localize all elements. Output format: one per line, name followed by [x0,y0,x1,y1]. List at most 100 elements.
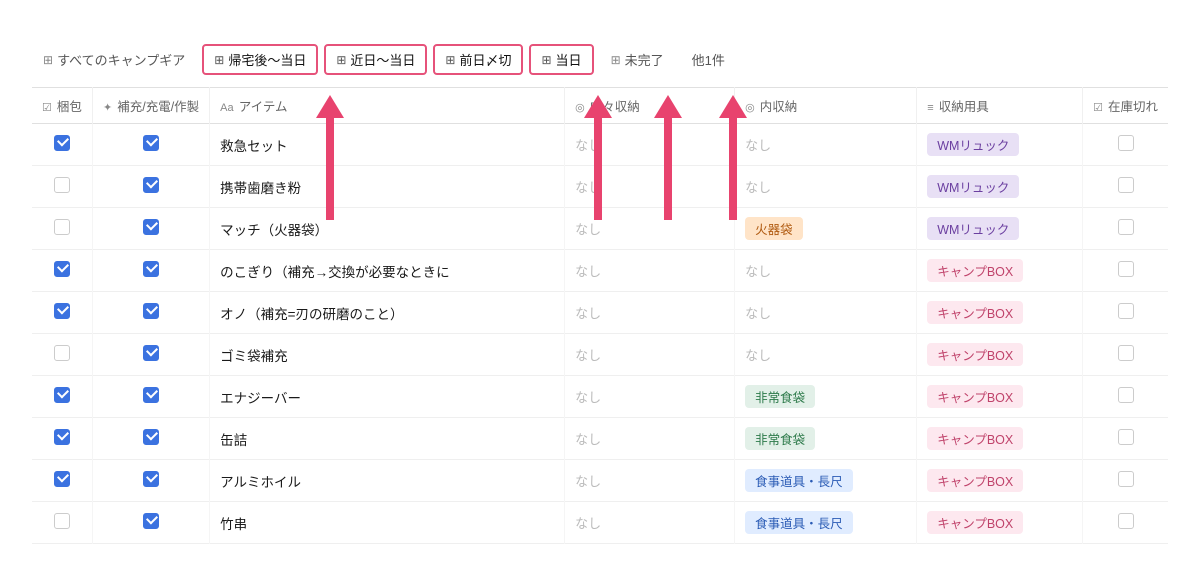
cell-stock-7[interactable] [1083,418,1168,460]
cell-hokyuu-4[interactable] [92,292,209,334]
col-label-item: アイテム [239,100,288,114]
checkbox-stock-1[interactable] [1118,177,1134,193]
table-row: 缶詰なし非常食袋キャンプBOX [32,418,1168,460]
checkbox-konpo-4[interactable] [54,303,70,319]
checkbox-hokyuu-3[interactable] [143,261,159,277]
col-icon-container: ≡ [927,102,936,114]
checkbox-hokyuu-9[interactable] [143,513,159,529]
cell-storage-0: なし [735,124,917,166]
filter-label-return-day: 帰宅後〜当日 [228,50,306,69]
cell-konpo-3[interactable] [32,250,92,292]
checkbox-stock-5[interactable] [1118,345,1134,361]
checkbox-hokyuu-6[interactable] [143,387,159,403]
checkbox-hokyuu-5[interactable] [143,345,159,361]
filter-item-all[interactable]: ⊞すべてのキャンプギア [32,45,196,74]
checkbox-stock-7[interactable] [1118,429,1134,445]
checkbox-konpo-8[interactable] [54,471,70,487]
cell-item-6: エナジーバー [210,376,565,418]
cell-item-4: オノ（補充=刃の研磨のこと） [210,292,565,334]
table-container[interactable]: ☑ 梱包✦ 補充/充電/作製Aa アイテム◎ 内々収納◎ 内収納≡ 収納用具☑ … [32,87,1168,544]
checkbox-konpo-3[interactable] [54,261,70,277]
cell-hokyuu-9[interactable] [92,502,209,544]
cell-hokyuu-1[interactable] [92,166,209,208]
filter-item-return-day[interactable]: ⊞帰宅後〜当日 [202,44,318,75]
cell-stock-0[interactable] [1083,124,1168,166]
cell-storage-4: なし [735,292,917,334]
col-header-container: ≡ 収納用具 [917,88,1083,124]
cell-container-8: キャンプBOX [917,460,1083,502]
cell-konpo-6[interactable] [32,376,92,418]
checkbox-stock-8[interactable] [1118,471,1134,487]
checkbox-stock-6[interactable] [1118,387,1134,403]
cell-stock-2[interactable] [1083,208,1168,250]
cell-hokyuu-3[interactable] [92,250,209,292]
checkbox-konpo-1[interactable] [54,177,70,193]
cell-item-8: アルミホイル [210,460,565,502]
filter-item-near-day[interactable]: ⊞近日〜当日 [324,44,427,75]
table-row: オノ（補充=刃の研磨のこと）なしなしキャンプBOX [32,292,1168,334]
filter-item-incomplete[interactable]: ⊞未完了 [600,45,675,74]
col-label-hokyuu: 補充/充電/作製 [117,100,199,114]
checkbox-konpo-2[interactable] [54,219,70,235]
checkbox-hokyuu-8[interactable] [143,471,159,487]
col-icon-hokyuu: ✦ [103,102,115,114]
checkbox-hokyuu-7[interactable] [143,429,159,445]
cell-hokyuu-0[interactable] [92,124,209,166]
checkbox-hokyuu-4[interactable] [143,303,159,319]
cell-konpo-9[interactable] [32,502,92,544]
table-row: マッチ（火器袋）なし火器袋WMリュック [32,208,1168,250]
checkbox-konpo-0[interactable] [54,135,70,151]
cell-container-5: キャンプBOX [917,334,1083,376]
checkbox-hokyuu-2[interactable] [143,219,159,235]
cell-stock-3[interactable] [1083,250,1168,292]
cell-hokyuu-2[interactable] [92,208,209,250]
filter-item-prev-day[interactable]: ⊞前日〆切 [433,44,523,75]
cell-storage-5: なし [735,334,917,376]
checkbox-konpo-5[interactable] [54,345,70,361]
col-header-hokyuu: ✦ 補充/充電/作製 [92,88,209,124]
cell-hokyuu-6[interactable] [92,376,209,418]
cell-stock-5[interactable] [1083,334,1168,376]
filter-item-today[interactable]: ⊞当日 [529,44,593,75]
col-label-inner: 内々収納 [590,100,640,114]
cell-konpo-2[interactable] [32,208,92,250]
cell-konpo-1[interactable] [32,166,92,208]
cell-konpo-7[interactable] [32,418,92,460]
checkbox-hokyuu-0[interactable] [143,135,159,151]
checkbox-konpo-7[interactable] [54,429,70,445]
checkbox-konpo-9[interactable] [54,513,70,529]
cell-konpo-8[interactable] [32,460,92,502]
checkbox-stock-3[interactable] [1118,261,1134,277]
checkbox-stock-9[interactable] [1118,513,1134,529]
cell-konpo-4[interactable] [32,292,92,334]
cell-stock-4[interactable] [1083,292,1168,334]
storage-tag-9: 食事道具・長尺 [745,511,853,534]
col-icon-konpo: ☑ [42,102,55,114]
cell-hokyuu-8[interactable] [92,460,209,502]
cell-stock-9[interactable] [1083,502,1168,544]
cell-stock-6[interactable] [1083,376,1168,418]
cell-inner-1: なし [565,166,735,208]
container-tag-1: WMリュック [927,175,1019,198]
container-tag-7: キャンプBOX [927,427,1023,450]
cell-hokyuu-7[interactable] [92,418,209,460]
checkbox-hokyuu-1[interactable] [143,177,159,193]
cell-stock-1[interactable] [1083,166,1168,208]
table-row: 携帯歯磨き粉なしなしWMリュック [32,166,1168,208]
checkbox-konpo-6[interactable] [54,387,70,403]
cell-inner-8: なし [565,460,735,502]
cell-stock-8[interactable] [1083,460,1168,502]
cell-inner-2: なし [565,208,735,250]
cell-hokyuu-5[interactable] [92,334,209,376]
checkbox-stock-4[interactable] [1118,303,1134,319]
cell-konpo-0[interactable] [32,124,92,166]
col-label-container: 収納用具 [939,100,989,114]
col-icon-inner: ◎ [575,102,588,114]
checkbox-stock-2[interactable] [1118,219,1134,235]
col-header-item: Aa アイテム [210,88,565,124]
table-row: 竹串なし食事道具・長尺キャンプBOX [32,502,1168,544]
cell-konpo-5[interactable] [32,334,92,376]
filter-item-other[interactable]: 他1件 [681,45,736,74]
cell-inner-4: なし [565,292,735,334]
checkbox-stock-0[interactable] [1118,135,1134,151]
